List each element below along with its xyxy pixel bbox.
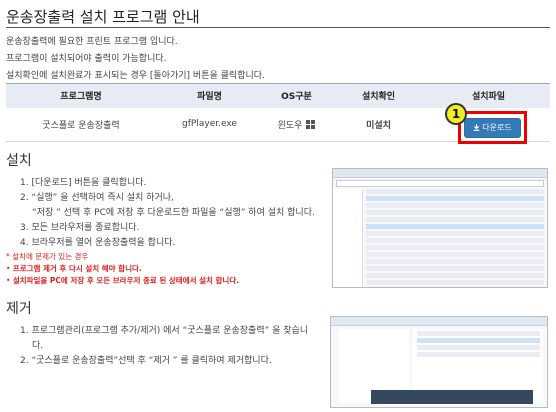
download-button[interactable]: 다운로드 (464, 117, 521, 138)
install-step: 2. “실행” 을 선택하여 즉시 설치 하거나, (20, 193, 174, 203)
program-name: 굿스플로 운송장출력 (6, 107, 156, 142)
intro-text: 운송장출력에 필요한 프린트 프로그램 입니다. 프로그램이 설치되어야 출력이… (6, 34, 265, 85)
install-step: 4. 브라우저를 열어 운송장출력을 합니다. (20, 238, 176, 248)
header-program: 프로그램명 (6, 83, 156, 108)
install-step: 3. 모든 브라우저를 종료합니다. (20, 223, 140, 233)
install-section-title: 설치 (6, 153, 32, 169)
header-file: 파일명 (156, 83, 263, 108)
warning-line: • 설치파일을 PC에 저장 후 모든 브라우저 종료 된 상태에서 설치 합니… (6, 276, 240, 285)
intro-line: 운송장출력에 필요한 프린트 프로그램 입니다. (6, 37, 178, 47)
install-status: 미설치 (330, 107, 427, 142)
page-title: 운송장출력 설치 프로그램 안내 (6, 6, 550, 28)
programs-screenshot (330, 316, 548, 408)
install-step: 1. [다운로드] 버튼을 클릭합니다. (20, 178, 147, 188)
step-badge: 1 (445, 103, 467, 125)
file-name: gfPlayer.exe (156, 107, 263, 142)
header-installer: 설치파일 (427, 83, 550, 108)
intro-line: 프로그램이 설치되어야 출력이 가능합니다. (6, 54, 167, 64)
table-header-row: 프로그램명 파일명 OS구분 설치확인 설치파일 (6, 83, 550, 108)
header-os: OS구분 (263, 83, 330, 108)
remove-step: 1. 프로그램관리(프로그램 추가/제거) 에서 “굿스플로 운송장출력” 을 … (20, 326, 309, 336)
explorer-screenshot (332, 168, 548, 288)
remove-section-title: 제거 (6, 301, 32, 317)
download-label: 다운로드 (482, 123, 512, 132)
windows-icon (306, 119, 316, 129)
remove-steps: 1. 프로그램관리(프로그램 추가/제거) 에서 “굿스플로 운송장출력” 을 … (20, 324, 308, 369)
install-steps: 1. [다운로드] 버튼을 클릭합니다. 2. “실행” 을 선택하여 즉시 설… (20, 176, 315, 251)
remove-step: 다. (32, 341, 44, 351)
warning-line: • 프로그램 제거 후 다시 설치 해야 합니다. (6, 264, 142, 273)
warning-line: * 설치에 문제가 있는 경우 (6, 252, 89, 261)
remove-step: 2. “굿스플로 운송장출력”선택 후 “제거 ” 를 클릭하여 제거합니다. (20, 356, 272, 366)
download-icon (473, 124, 480, 131)
os-cell: 윈도우 (263, 107, 330, 142)
warning-notes: * 설치에 문제가 있는 경우 • 프로그램 제거 후 다시 설치 해야 합니다… (6, 251, 239, 287)
os-label: 윈도우 (277, 120, 303, 131)
header-status: 설치확인 (330, 83, 427, 108)
install-step: “저장 ” 선택 후 PC에 저장 후 다운로드한 파일을 “실행” 하여 설치… (32, 208, 315, 218)
download-highlight-box: 다운로드 (458, 111, 527, 144)
